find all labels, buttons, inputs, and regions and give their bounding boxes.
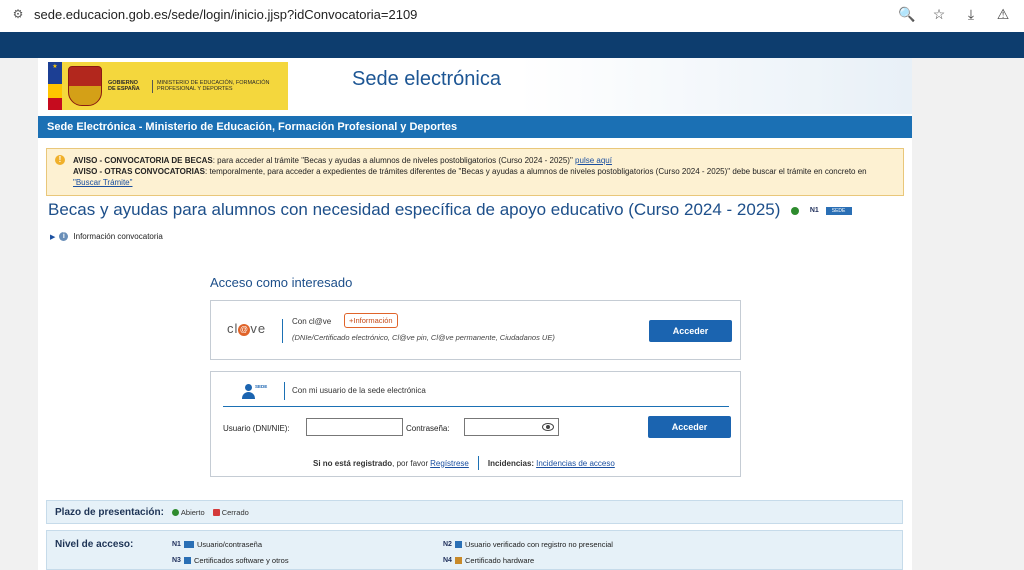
spain-flag-icon: ★ [48, 62, 62, 110]
browser-tools: 🔍 ☆ ⤓ ⚠ [896, 0, 1024, 28]
notice-line-1: AVISO - CONVOCATORIA DE BECAS: para acce… [73, 155, 893, 166]
nivel-title: Nivel de acceso: [55, 539, 134, 550]
hardware-certificate-icon [454, 557, 462, 564]
clave-more-info-button[interactable]: +Información [344, 313, 398, 328]
access-title: Acceso como interesado [210, 275, 353, 290]
level-n2-label: Usuario verificado con registro no prese… [464, 540, 613, 549]
bookmark-star-icon[interactable]: ☆ [928, 3, 950, 25]
username-input[interactable] [306, 418, 403, 436]
register-row: Si no está registrado , por favor Regíst… [313, 456, 615, 470]
level-code: N2 [443, 541, 452, 548]
clave-at-icon: @ [238, 323, 251, 336]
level-n1-label: Usuario/contraseña [196, 540, 262, 549]
clave-acceder-button[interactable]: Acceder [649, 320, 732, 342]
info-convocatoria[interactable]: ▶ i Información convocatoria [50, 232, 163, 241]
user-login-label: Con mi usuario de la sede electrónica [292, 386, 426, 395]
closed-label: Cerrado [221, 507, 249, 517]
notice-box: ! AVISO - CONVOCATORIA DE BECAS: para ac… [46, 148, 904, 196]
divider [284, 382, 285, 400]
notice-1-text: : para acceder al trámite "Becas y ayuda… [212, 156, 573, 165]
level-n4-label: Certificado hardware [464, 556, 535, 565]
register-link[interactable]: Regístrese [430, 459, 469, 468]
buscar-tramite-link[interactable]: "Buscar Trámite" [73, 178, 132, 187]
browser-toolbar: ⚙ sede.educacion.gob.es/sede/login/inici… [0, 0, 1024, 28]
password-input[interactable] [464, 418, 559, 436]
verified-user-icon [454, 541, 462, 548]
sede-user-icon: SEDE [825, 206, 852, 215]
page-margin-right [912, 58, 1024, 570]
top-band [0, 32, 1024, 58]
title-bar: Sede Electrónica - Ministerio de Educaci… [38, 116, 912, 138]
page-margin-left [0, 58, 38, 570]
open-status-icon [171, 508, 179, 516]
site-title: Sede electrónica [352, 68, 501, 90]
plazo-presentacion: Plazo de presentación: Abierto Cerrado [46, 500, 903, 524]
notice-2-heading: AVISO - OTRAS CONVOCATORIAS [73, 167, 206, 176]
logo-ministerio-text: MINISTERIO DE EDUCACIÓN, FORMACIÓN PROFE… [152, 79, 282, 93]
nivel-acceso: Nivel de acceso: N1 Usuario/contraseña N2… [46, 530, 903, 570]
user-password-icon [183, 541, 194, 548]
warning-icon: ! [55, 155, 65, 165]
clave-description: (DNIe/Certificado electrónico, Cl@ve pin… [292, 333, 555, 342]
username-label: Usuario (DNI/NIE): [223, 424, 290, 433]
notice-2-text: : temporalmente, para acceder a expedien… [205, 167, 867, 176]
divider-line [223, 406, 729, 407]
incidencias-link[interactable]: Incidencias de acceso [536, 459, 615, 468]
eu-flag-icon: ★ [48, 62, 62, 84]
procedure-title-text: Becas y ayudas para alumnos con necesida… [48, 200, 781, 219]
clave-label: Con cl@ve [292, 317, 332, 326]
level-n4: N4 Certificado hardware [443, 556, 534, 565]
info-convocatoria-label[interactable]: Información convocatoria [73, 232, 162, 241]
info-icon: i [59, 232, 69, 241]
notice-line-2: AVISO - OTRAS CONVOCATORIAS: temporalmen… [73, 166, 893, 188]
user-head-shape [245, 384, 252, 391]
notice-1-heading: AVISO - CONVOCATORIA DE BECAS [73, 156, 213, 165]
closed-status-icon [212, 508, 220, 516]
not-registered-text: Si no está registrado [313, 458, 393, 468]
software-certificate-icon [183, 557, 191, 564]
divider [477, 456, 479, 470]
page-content: ★ GOBIERNO DE ESPAÑA MINISTERIO DE EDUCA… [38, 58, 912, 570]
status-open-icon [791, 206, 800, 215]
sede-user-icon: SEDE [241, 384, 269, 400]
address-bar[interactable]: sede.educacion.gob.es/sede/login/inicio.… [34, 7, 417, 22]
pulse-aqui-link[interactable]: pulse aquí [575, 156, 612, 165]
clave-logo: cl@ve [227, 321, 267, 336]
status-closed: Cerrado [212, 507, 249, 517]
please-text: , por favor [392, 458, 429, 468]
user-login-box: SEDE Con mi usuario de la sede electróni… [210, 371, 741, 477]
extension-icon[interactable]: ⚠ [992, 3, 1014, 25]
level-n3: N3 Certificados software y otros [172, 556, 289, 565]
user-body-shape [242, 392, 255, 399]
site-header: ★ GOBIERNO DE ESPAÑA MINISTERIO DE EDUCA… [38, 58, 912, 114]
clave-access-box: cl@ve Con cl@ve +Información (DNIe/Certi… [210, 300, 741, 360]
level-n2: N2 Usuario verificado con registro no pre… [443, 540, 613, 549]
level-code: N4 [443, 557, 452, 564]
site-info-icon[interactable]: ⚙ [10, 6, 26, 22]
logo-gobierno-text: GOBIERNO DE ESPAÑA [108, 79, 140, 93]
status-open: Abierto [171, 507, 205, 517]
coat-of-arms-icon [68, 66, 102, 106]
plazo-title: Plazo de presentación: [55, 506, 164, 518]
access-level-code: N1 [809, 207, 819, 215]
user-acceder-button[interactable]: Acceder [648, 416, 731, 438]
level-n1: N1 Usuario/contraseña [172, 540, 262, 549]
incidencias-label: Incidencias: [487, 458, 535, 468]
download-icon[interactable]: ⤓ [960, 3, 982, 25]
expand-arrow-icon[interactable]: ▶ [50, 233, 55, 241]
divider [282, 319, 283, 343]
ministry-logo[interactable]: ★ GOBIERNO DE ESPAÑA MINISTERIO DE EDUCA… [48, 62, 288, 110]
open-label: Abierto [180, 507, 205, 517]
password-label: Contraseña: [406, 424, 450, 433]
procedure-title: Becas y ayudas para alumnos con necesida… [48, 200, 852, 220]
level-code: N1 [172, 541, 181, 548]
sede-badge: SEDE [255, 384, 268, 389]
zoom-icon[interactable]: 🔍 [896, 3, 918, 25]
level-n3-label: Certificados software y otros [193, 556, 289, 565]
level-code: N3 [172, 557, 181, 564]
show-password-eye-icon[interactable] [542, 423, 554, 431]
